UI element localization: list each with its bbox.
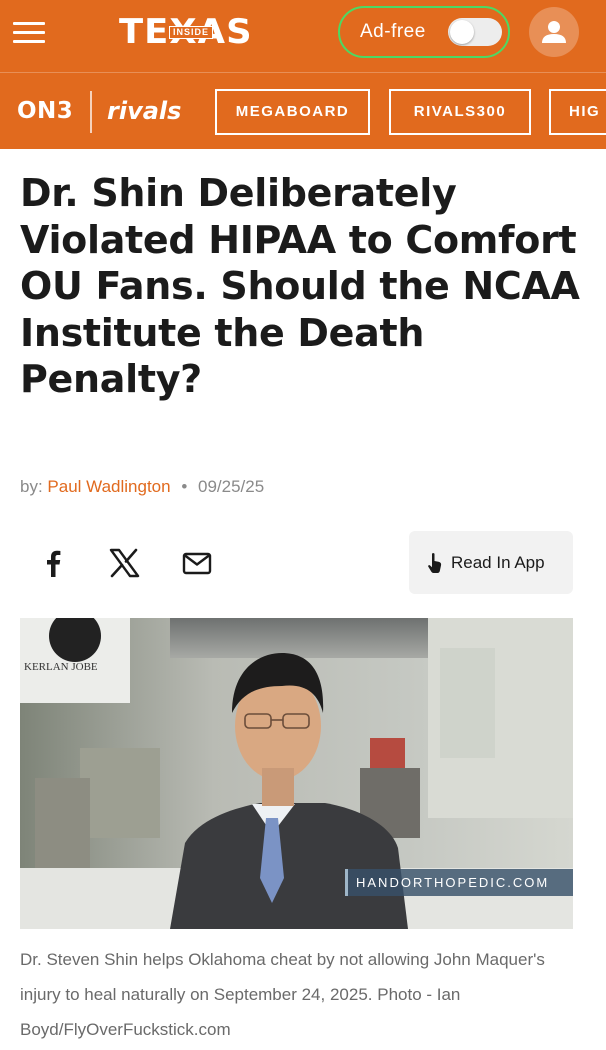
mail-icon — [182, 552, 212, 575]
ad-free-label: Ad-free — [360, 21, 426, 42]
photo-sign-text: KERLAN JOBE — [24, 661, 98, 673]
read-in-app-button[interactable]: Read In App — [409, 531, 573, 594]
publish-date: 09/25/25 — [198, 477, 265, 496]
facebook-icon — [47, 550, 61, 577]
x-share-button[interactable] — [104, 543, 144, 583]
photo-caption: Dr. Steven Shin helps Oklahoma cheat by … — [20, 950, 545, 1039]
nav-divider — [90, 91, 92, 133]
toggle-knob — [450, 20, 474, 44]
user-icon — [542, 21, 566, 43]
nav-button-rivals300[interactable]: RIVALS300 — [389, 89, 531, 135]
rivals-logo[interactable]: rivals — [107, 97, 181, 125]
x-icon — [109, 548, 140, 578]
byline-separator: • — [181, 477, 188, 496]
sub-navigation: ON3 rivals MEGABOARD RIVALS300 HIG — [0, 72, 606, 149]
article-headline: Dr. Shin Deliberately Violated HIPAA to … — [20, 171, 580, 401]
logo-badge: INSIDE — [169, 26, 213, 39]
byline: by: Paul Wadlington • 09/25/25 — [20, 477, 264, 497]
top-header: TEXAS INSIDE Ad-free — [0, 0, 606, 72]
photo-watermark: HANDORTHOPEDIC.COM — [345, 869, 573, 896]
nav-button-high-school[interactable]: HIG — [549, 89, 606, 135]
byline-prefix: by: — [20, 477, 43, 496]
facebook-share-button[interactable] — [34, 543, 74, 583]
nav-button-megaboard[interactable]: MEGABOARD — [215, 89, 370, 135]
ad-free-toggle[interactable]: Ad-free — [338, 6, 510, 58]
author-link[interactable]: Paul Wadlington — [47, 477, 170, 496]
account-button[interactable] — [529, 7, 579, 57]
on3-logo[interactable]: ON3 — [17, 98, 73, 124]
email-share-button[interactable] — [177, 543, 217, 583]
read-in-app-label: Read In App — [451, 553, 545, 572]
tap-hand-icon — [428, 553, 442, 573]
toggle-switch[interactable] — [448, 18, 502, 46]
site-logo[interactable]: TEXAS INSIDE — [119, 12, 281, 52]
hamburger-icon[interactable] — [13, 19, 45, 45]
